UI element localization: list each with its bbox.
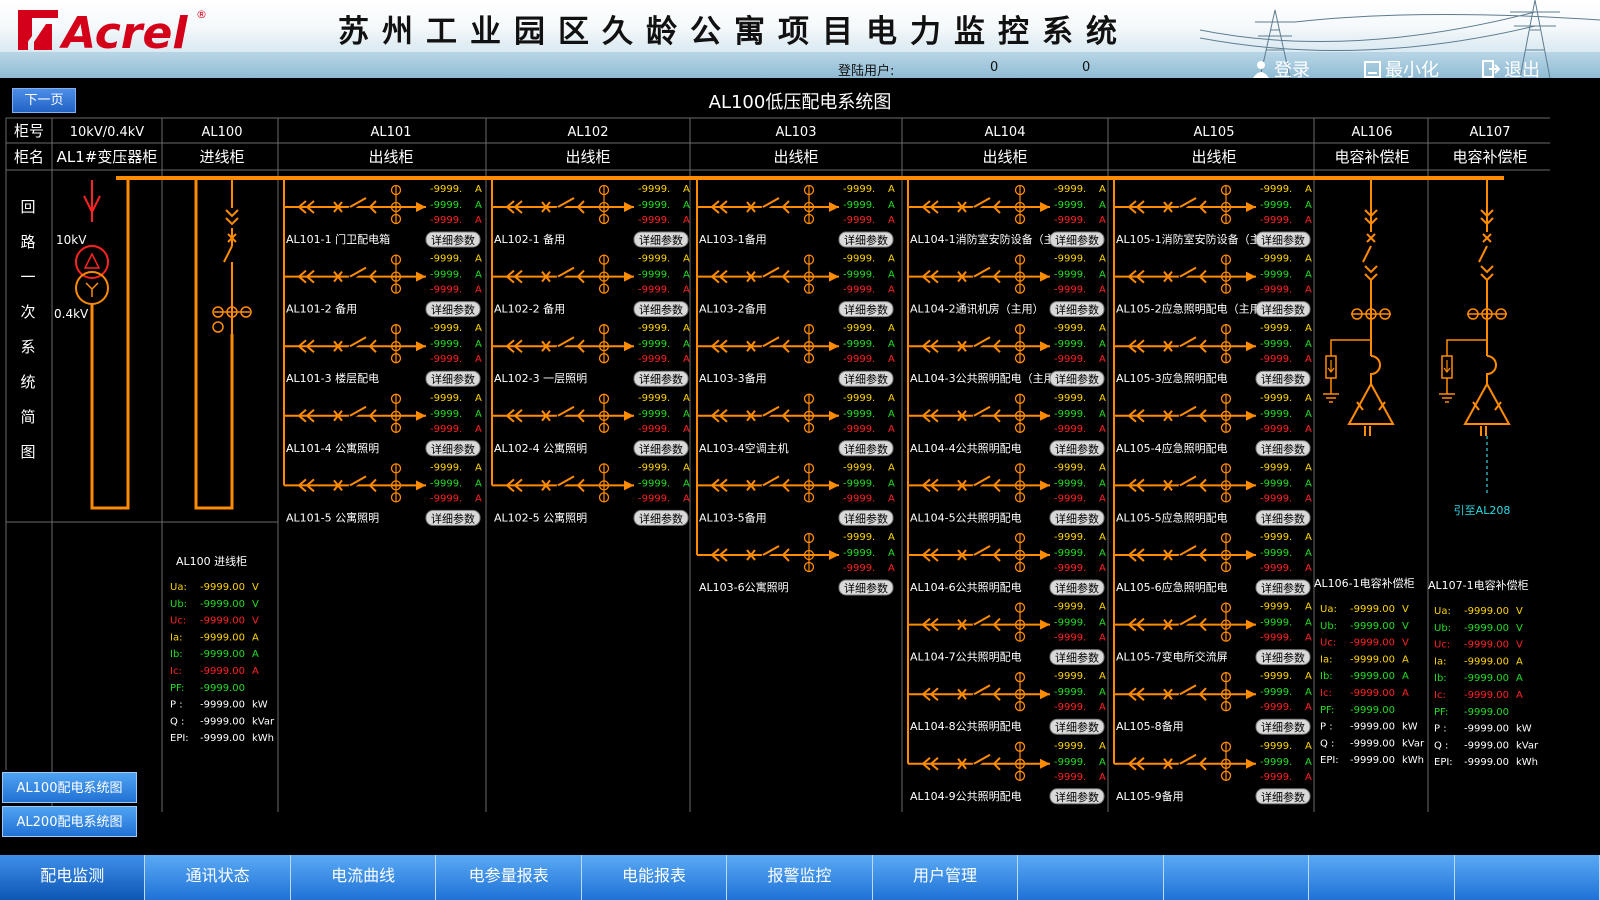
acrel-logo: Acrel ® [18, 8, 207, 56]
nav-tab-empty [1309, 855, 1455, 900]
nav-tab-empty [1164, 855, 1310, 900]
svg-text:Acrel: Acrel [59, 8, 188, 56]
minimize-icon [1364, 60, 1381, 78]
al200-diagram-button[interactable]: AL200配电系统图 [2, 806, 137, 837]
exit-icon [1482, 60, 1500, 78]
login-user-label: 登陆用户: [838, 64, 895, 78]
minimize-button[interactable]: 最小化 [1364, 56, 1439, 78]
nav-tab-empty [1018, 855, 1164, 900]
nav-tab[interactable]: 电能报表 [582, 855, 728, 900]
header-banner: Acrel ® 苏州工业园区久龄公寓项目电力监控系统 登陆用户: 0 0 登录 … [0, 0, 1600, 78]
minimize-button-label: 最小化 [1385, 60, 1439, 78]
login-button-label: 登录 [1274, 60, 1310, 78]
nav-tab[interactable]: 配电监测 [0, 855, 146, 900]
nav-tab[interactable]: 电流曲线 [291, 855, 437, 900]
login-button[interactable]: 登录 [1252, 56, 1310, 78]
svg-text:®: ® [196, 8, 207, 21]
nav-tab-empty [1455, 855, 1600, 900]
diagram-title: AL100低压配电系统图 [708, 92, 892, 113]
next-page-button[interactable]: 下一页 [12, 88, 76, 113]
diagram-panel [6, 82, 1594, 854]
bottom-navigation: 配电监测 通讯状态 电流曲线 电参量报表 电能报表 报警监控 用户管理 [0, 855, 1600, 900]
login-value-2: 0 [1082, 60, 1091, 75]
app-title: 苏州工业园区久龄公寓项目电力监控系统 [338, 14, 1130, 50]
nav-tab[interactable]: 报警监控 [727, 855, 873, 900]
login-value-1: 0 [990, 60, 999, 75]
al100-diagram-button[interactable]: AL100配电系统图 [2, 772, 137, 803]
nav-tab[interactable]: 用户管理 [873, 855, 1019, 900]
user-icon [1253, 61, 1269, 78]
exit-button[interactable]: 退出 [1482, 56, 1540, 78]
nav-tab[interactable]: 通讯状态 [145, 855, 291, 900]
nav-tab[interactable]: 电参量报表 [436, 855, 582, 900]
exit-button-label: 退出 [1504, 60, 1540, 78]
